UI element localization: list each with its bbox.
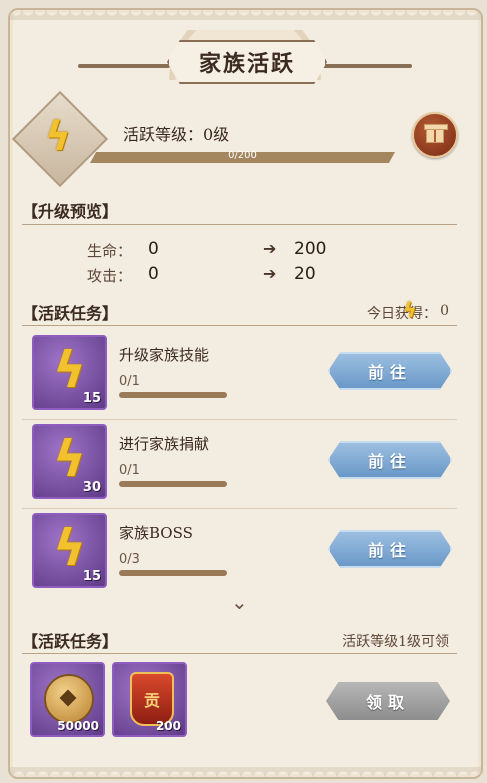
section-divider (22, 224, 457, 225)
go-button[interactable]: 前往 (328, 441, 452, 479)
stat-label-atk: 攻击： (87, 267, 133, 285)
token-icon: 贡 (130, 672, 174, 726)
task-reward-item[interactable]: ϟ 15 (32, 513, 107, 588)
task-reward-item[interactable]: ϟ 30 (32, 424, 107, 499)
row-divider (22, 508, 457, 509)
chevron-down-icon[interactable]: ⌄ (231, 590, 248, 614)
section-divider (22, 325, 457, 326)
stat-current-atk: 0 (148, 264, 159, 284)
task-row: ϟ 15 家族BOSS 0/3 前往 (22, 510, 457, 598)
go-button[interactable]: 前往 (328, 530, 452, 568)
activity-level-label: 活跃等级：0级 (123, 125, 230, 144)
stat-next-atk: 20 (294, 264, 316, 284)
lightning-icon: ϟ (44, 114, 72, 160)
arrow-right-icon: ➔ (263, 239, 277, 258)
activity-progress-text: 0/200 (228, 150, 257, 161)
task-progress-bar (119, 392, 227, 398)
title-line-left (78, 64, 170, 68)
task-name: 家族BOSS (119, 524, 193, 542)
upgrade-preview-title: 【升级预览】 (22, 202, 119, 221)
claim-button[interactable]: 领取 (326, 682, 450, 720)
coin-icon (44, 674, 94, 724)
reward-count: 15 (82, 569, 101, 584)
task-name: 进行家族捐献 (119, 435, 210, 453)
section-divider (22, 653, 457, 654)
title-banner: 家族活跃 (70, 26, 420, 86)
stat-current-hp: 0 (148, 239, 159, 259)
go-button[interactable]: 前往 (328, 352, 452, 390)
gift-button[interactable] (412, 112, 458, 158)
reward-amount: 50000 (57, 719, 99, 733)
task-row: ϟ 30 进行家族捐献 0/1 前往 (22, 421, 457, 509)
bottom-border-decoration (10, 767, 481, 777)
task-name: 升级家族技能 (119, 346, 210, 364)
task-progress-text: 0/1 (119, 374, 140, 389)
reward-count: 15 (82, 391, 101, 406)
reward-count: 30 (82, 480, 101, 495)
tasks-section-title: 【活跃任务】 (22, 304, 119, 323)
reward-amount: 200 (155, 719, 181, 733)
reward-requirement: 活跃等级1级可领 (342, 634, 449, 650)
task-progress-bar (119, 570, 227, 576)
arrow-right-icon: ➔ (263, 264, 277, 283)
task-row: ϟ 15 升级家族技能 0/1 前往 (22, 332, 457, 420)
page-title: 家族活跃 (167, 40, 327, 84)
top-border-decoration (10, 10, 481, 20)
task-reward-item[interactable]: ϟ 15 (32, 335, 107, 410)
task-progress-text: 0/3 (119, 552, 140, 567)
task-progress-bar (119, 481, 227, 487)
reward-item-coin[interactable]: 50000 (30, 662, 105, 737)
task-progress-text: 0/1 (119, 463, 140, 478)
lightning-icon: ϟ (403, 298, 417, 322)
reward-item-token[interactable]: 贡 200 (112, 662, 187, 737)
gift-icon (424, 124, 448, 143)
rewards-section-title: 【活跃任务】 (22, 632, 119, 651)
stat-label-hp: 生命： (87, 242, 133, 260)
title-line-right (320, 64, 412, 68)
stat-next-hp: 200 (294, 239, 327, 259)
row-divider (22, 419, 457, 420)
today-earned-value: 0 (440, 303, 449, 319)
